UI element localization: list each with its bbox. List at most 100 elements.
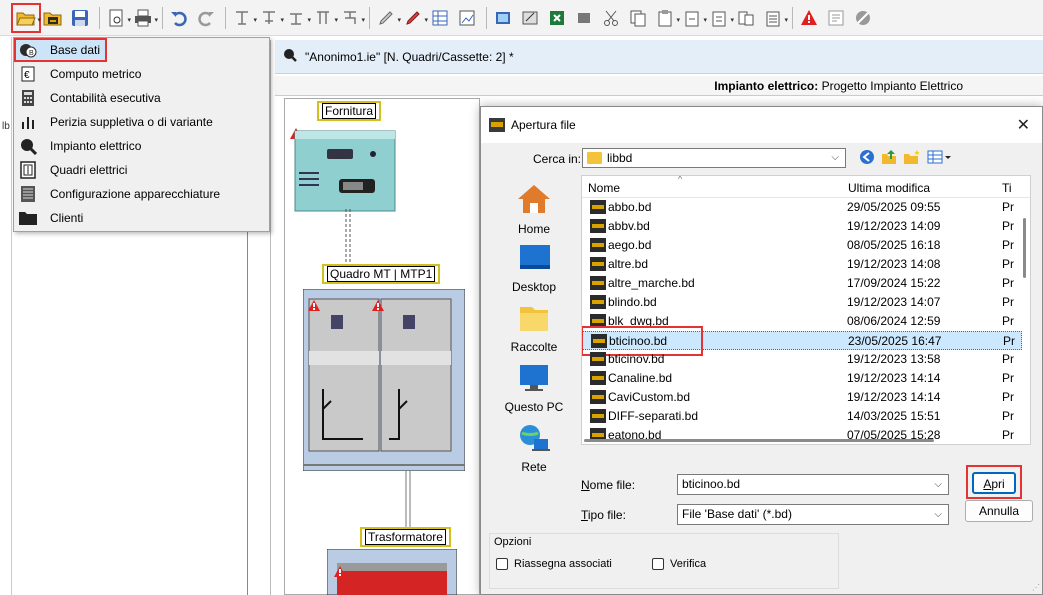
place-questo-pc[interactable]: Questo PC xyxy=(489,363,579,414)
undo-button[interactable] xyxy=(167,6,191,30)
file-row[interactable]: DIFF-separati.bd 14/03/2025 15:51 Pr xyxy=(582,407,1022,426)
chevron-down-icon[interactable]: ⌵ xyxy=(934,505,942,524)
menu-item-clienti[interactable]: Clienti xyxy=(14,206,269,230)
paste2-button[interactable]: ▾ xyxy=(680,6,707,30)
report-button[interactable] xyxy=(824,6,848,30)
edit-button[interactable] xyxy=(491,6,515,30)
menu-item-quadri-elettrici[interactable]: Quadri elettrici xyxy=(14,158,269,182)
tool-5-button[interactable]: ▾ xyxy=(338,6,365,30)
view-menu-icon[interactable] xyxy=(927,149,951,168)
cut-button[interactable] xyxy=(599,6,623,30)
place-rete[interactable]: Rete xyxy=(489,423,579,474)
diagram-canvas: Fornitura Quadro MT | MTP1 Trasformatore xyxy=(284,98,480,595)
vertical-scrollbar[interactable] xyxy=(1020,198,1030,444)
column-header-type[interactable]: Ti xyxy=(1002,181,1012,195)
open-folder-icon xyxy=(16,12,36,25)
no-entry-icon xyxy=(856,10,870,25)
file-row[interactable]: abbv.bd 19/12/2023 14:09 Pr xyxy=(582,217,1022,236)
file-row[interactable]: altre_marche.bd 17/09/2024 15:22 Pr xyxy=(582,274,1022,293)
file-row[interactable]: abbo.bd 29/05/2025 09:55 Pr xyxy=(582,198,1022,217)
column-header-name[interactable]: Nome xyxy=(588,181,620,195)
file-date: 19/12/2023 14:09 xyxy=(847,219,941,233)
block-button[interactable] xyxy=(572,6,596,30)
column-header-date[interactable]: Ultima modifica xyxy=(848,181,930,195)
new-folder-icon[interactable] xyxy=(903,149,921,168)
close-button[interactable]: ✕ xyxy=(1017,115,1030,135)
panel-divider xyxy=(247,232,248,595)
print-button[interactable]: ▾ xyxy=(131,6,158,30)
bd-file-icon xyxy=(590,314,606,328)
save-button[interactable] xyxy=(68,6,92,30)
cancel-button[interactable]: Annulla xyxy=(965,500,1033,522)
chevron-down-icon[interactable]: ⌵ xyxy=(934,475,942,494)
menu-item-perizia[interactable]: Perizia suppletiva o di variante xyxy=(14,110,269,134)
fornitura-cabinet[interactable] xyxy=(287,127,407,217)
file-name: altre.bd xyxy=(608,257,649,271)
menu-item-computo-metrico[interactable]: € Computo metrico xyxy=(14,62,269,86)
reassign-checkbox[interactable]: Riassegna associati xyxy=(496,558,612,570)
chart-button[interactable] xyxy=(455,6,479,30)
pen-red-button[interactable]: ▾ xyxy=(401,6,428,30)
menu-item-contabilita[interactable]: Contabilità esecutiva xyxy=(14,86,269,110)
scheme-icon xyxy=(236,10,248,25)
file-row[interactable]: CaviCustom.bd 19/12/2023 14:14 Pr xyxy=(582,388,1022,407)
paste-button[interactable]: ▾ xyxy=(653,6,680,30)
quadro-mt-label[interactable]: Quadro MT | MTP1 xyxy=(322,264,441,284)
fornitura-label[interactable]: Fornitura xyxy=(317,101,382,121)
menu-item-impianto-elettrico[interactable]: Impianto elettrico xyxy=(14,134,269,158)
paste3-button[interactable]: ▾ xyxy=(707,6,734,30)
file-row[interactable]: altre.bd 19/12/2023 14:08 Pr xyxy=(582,255,1022,274)
calculator-icon xyxy=(18,88,38,108)
place-desktop[interactable]: Desktop xyxy=(489,243,579,294)
paste5-button[interactable]: ▾ xyxy=(761,6,788,30)
filename-row: Nome file: bticinoo.bd ⌵ xyxy=(581,473,1031,497)
file-type: Pr xyxy=(1002,200,1014,214)
back-icon[interactable] xyxy=(859,149,875,168)
tool-1-button[interactable]: ▾ xyxy=(230,6,257,30)
bd-file-icon xyxy=(590,257,606,271)
menu-item-configurazione[interactable]: Configurazione apparecchiature xyxy=(14,182,269,206)
file-row[interactable]: Canaline.bd 19/12/2023 14:14 Pr xyxy=(582,369,1022,388)
printer-icon xyxy=(135,9,151,26)
resize-grip[interactable]: ⋰ xyxy=(1032,583,1040,592)
place-home[interactable]: Home xyxy=(489,183,579,236)
tool-2-button[interactable]: ▾ xyxy=(257,6,284,30)
excel-button[interactable] xyxy=(545,6,569,30)
file-name: blk_dwg.bd xyxy=(608,314,669,328)
tool-3-button[interactable]: ▾ xyxy=(284,6,311,30)
preview-button[interactable]: ▾ xyxy=(104,6,131,30)
file-row[interactable]: bticinoo.bd 23/05/2025 16:47 Pr xyxy=(582,326,1022,356)
warning-button[interactable] xyxy=(797,6,821,30)
filename-input[interactable]: bticinoo.bd ⌵ xyxy=(677,474,949,495)
horizontal-scrollbar[interactable] xyxy=(582,436,1022,444)
file-row[interactable]: aego.bd 08/05/2025 16:18 Pr xyxy=(582,236,1022,255)
look-in-select[interactable]: libbd ⌵ xyxy=(582,148,846,168)
file-date: 23/05/2025 16:47 xyxy=(848,334,942,348)
open-button[interactable]: Apri xyxy=(972,472,1016,494)
trasformatore-label[interactable]: Trasformatore xyxy=(360,527,451,547)
place-raccolte[interactable]: Raccolte xyxy=(489,303,579,354)
paste4-button[interactable] xyxy=(734,6,758,30)
file-row[interactable]: bticinov.bd 19/12/2023 13:58 Pr xyxy=(582,350,1022,369)
bd-file-icon xyxy=(590,371,606,385)
warning-icon xyxy=(334,566,346,577)
quadro-mt-cabinet[interactable] xyxy=(303,289,465,471)
copy-button[interactable] xyxy=(626,6,650,30)
redo-button[interactable] xyxy=(194,6,218,30)
file-row[interactable]: blindo.bd 19/12/2023 14:07 Pr xyxy=(582,293,1022,312)
open-folder-button[interactable]: ▾ xyxy=(11,2,41,33)
tool-4-button[interactable]: ▾ xyxy=(311,6,338,30)
file-date: 19/12/2023 14:08 xyxy=(847,257,941,271)
up-folder-icon[interactable] xyxy=(881,149,897,168)
pen-button[interactable]: ▾ xyxy=(374,6,401,30)
open-database-button[interactable] xyxy=(41,6,65,30)
clipboard-list-icon xyxy=(766,11,780,26)
menu-item-label: Impianto elettrico xyxy=(50,139,142,153)
file-type: Pr xyxy=(1002,219,1014,233)
disable-button[interactable] xyxy=(851,6,875,30)
filetype-select[interactable]: File 'Base dati' (*.bd) ⌵ xyxy=(677,504,949,525)
menu-item-base-dati[interactable]: B Base dati xyxy=(14,38,107,62)
table-button[interactable] xyxy=(428,6,452,30)
verify-checkbox[interactable]: Verifica xyxy=(652,558,706,570)
edit2-button[interactable] xyxy=(518,6,542,30)
